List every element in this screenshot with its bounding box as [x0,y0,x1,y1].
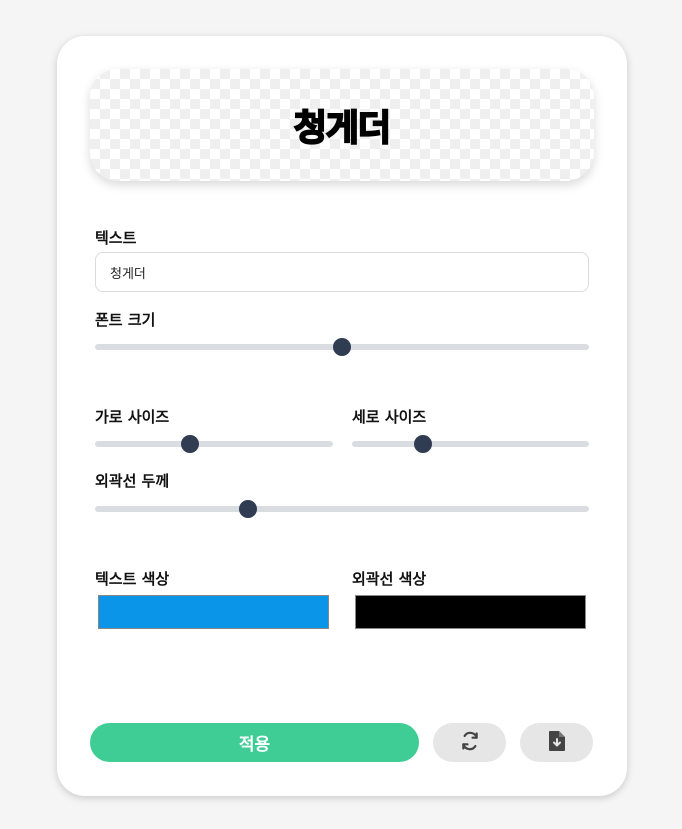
width-size-label: 가로 사이즈 [95,408,170,426]
reset-button[interactable] [433,723,506,762]
text-color-label: 텍스트 색상 [95,570,170,588]
stroke-color-label: 외곽선 색상 [352,570,427,588]
text-input[interactable] [95,252,589,292]
font-size-slider-thumb[interactable] [333,338,351,356]
stroke-width-slider[interactable] [95,500,589,518]
stroke-width-label: 외곽선 두께 [95,472,170,490]
text-label: 텍스트 [95,229,137,247]
font-size-slider[interactable] [95,338,589,356]
preview-text: 청게더 [293,107,392,150]
preview-canvas: 청게더 [90,69,594,181]
download-button[interactable] [520,723,593,762]
height-size-label: 세로 사이즈 [352,408,427,426]
font-size-label: 폰트 크기 [95,311,156,329]
apply-button[interactable]: 적용 [90,723,419,762]
text-color-picker[interactable] [98,595,329,629]
width-size-slider[interactable] [95,435,333,453]
height-size-slider[interactable] [352,435,589,453]
stroke-width-slider-thumb[interactable] [239,500,258,518]
editor-card: 청게더 텍스트 폰트 크기 가로 사이즈 세로 사이즈 외곽선 두께 텍스트 색… [57,36,627,796]
width-size-slider-thumb[interactable] [181,435,200,453]
file-download-icon [548,731,565,754]
stroke-color-picker[interactable] [355,595,586,629]
height-size-slider-thumb[interactable] [414,435,433,453]
refresh-icon [460,731,480,754]
